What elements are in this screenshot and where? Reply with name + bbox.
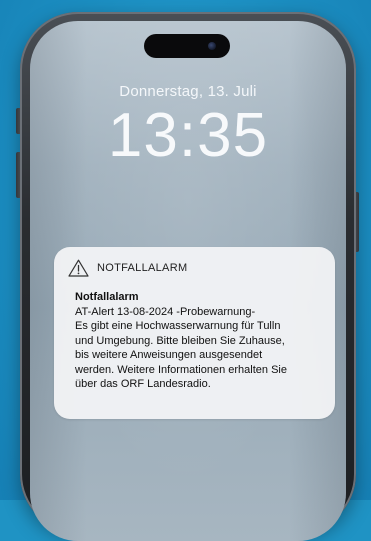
notification-line: werden. Weitere Informationen erhalten S… [75,363,287,376]
notification-line: über das ORF Landesradio. [75,378,211,390]
warning-icon [68,259,89,277]
lock-date: Donnerstag, 13. Juli [119,83,257,100]
notification-line: AT-Alert 13-08-2024 -Probewarnung- [75,305,256,318]
notification-header: NOTFALLALARM [68,259,187,277]
notification-line: und Umgebung. Bitte bleiben Sie Zuhause, [75,334,285,347]
notification-line: Es gibt eine Hochwasserwarnung für Tulln [75,320,281,332]
camera-icon [208,42,216,50]
notification-body: Notfallalarm AT-Alert 13-08-2024 -Probew… [75,290,333,392]
lock-time: 13:35 [107,101,269,170]
dynamic-island [144,34,230,58]
notification-app-name: NOTFALLALARM [97,262,188,274]
notification-title: Notfallalarm [75,291,139,303]
emergency-notification[interactable]: NOTFALLALARM Notfallalarm AT-Alert 13-08… [54,247,335,419]
notification-line: bis weitere Anweisungen ausgesendet [75,349,263,361]
background: Donnerstag, 13. Juli 13:35 NOTFALLALARM … [0,0,371,541]
